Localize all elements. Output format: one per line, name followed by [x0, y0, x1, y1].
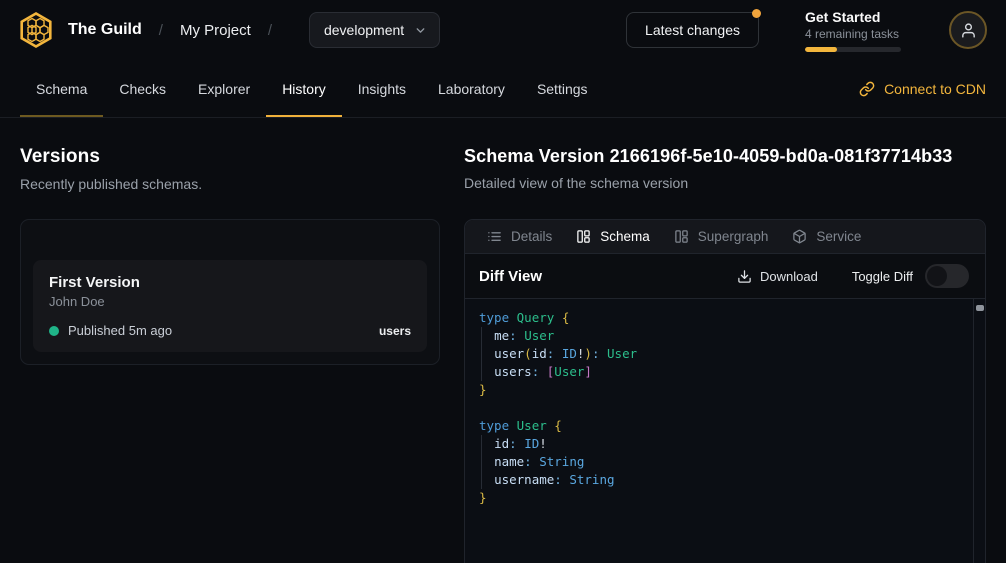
toggle-diff-label: Toggle Diff: [852, 269, 913, 284]
tab-details[interactable]: Details: [475, 220, 564, 253]
nav-tab-explorer[interactable]: Explorer: [182, 60, 266, 117]
code-line: users: [User]: [479, 363, 985, 381]
get-started-progress-fill: [805, 47, 837, 52]
tab-schema[interactable]: Schema: [564, 220, 662, 253]
nav-tab-label: Settings: [537, 81, 588, 97]
versions-subtitle: Recently published schemas.: [20, 176, 440, 192]
versions-list-card: First Version John Doe Published 5m ago …: [20, 219, 440, 365]
user-avatar[interactable]: [949, 11, 987, 49]
connect-to-cdn-label: Connect to CDN: [884, 81, 986, 97]
published-status-dot: [49, 326, 59, 336]
detail-tab-strip: Details Schema Supergraph: [465, 220, 985, 254]
indent-guide: [481, 345, 482, 363]
target-selector-dropdown[interactable]: development: [309, 12, 440, 48]
nav-tab-settings[interactable]: Settings: [521, 60, 604, 117]
link-icon: [859, 81, 875, 97]
schema-detail-panel: Details Schema Supergraph: [464, 219, 986, 563]
versions-panel: Versions Recently published schemas. Fir…: [0, 146, 460, 365]
org-breadcrumb[interactable]: The Guild: [68, 21, 142, 39]
project-breadcrumb[interactable]: My Project: [180, 22, 251, 39]
get-started-title: Get Started: [805, 9, 901, 25]
code-scrollbar-thumb[interactable]: [976, 305, 984, 311]
version-list-item[interactable]: First Version John Doe Published 5m ago …: [33, 260, 427, 352]
chevron-down-icon: [414, 24, 427, 37]
tab-supergraph[interactable]: Supergraph: [662, 220, 781, 253]
version-service-badge: users: [379, 324, 411, 338]
target-selector-value: development: [324, 22, 404, 38]
tab-label: Supergraph: [698, 229, 769, 244]
code-line: [479, 399, 985, 417]
box-icon: [792, 229, 807, 244]
nav-tab-label: Insights: [358, 81, 406, 97]
indent-guide: [481, 435, 482, 453]
diff-view-title: Diff View: [479, 268, 542, 285]
graphql-schema-code[interactable]: type Query { me: User user(id: ID!): Use…: [465, 299, 985, 507]
code-line: user(id: ID!): User: [479, 345, 985, 363]
nav-tab-insights[interactable]: Insights: [342, 60, 422, 117]
schema-version-title: Schema Version 2166196f-5e10-4059-bd0a-0…: [464, 146, 986, 167]
tab-label: Schema: [600, 229, 650, 244]
code-line: username: String: [479, 471, 985, 489]
nav-tab-checks[interactable]: Checks: [103, 60, 182, 117]
toggle-knob: [927, 266, 947, 286]
latest-changes-label: Latest changes: [645, 22, 740, 38]
versions-title: Versions: [20, 146, 440, 168]
tab-label: Service: [816, 229, 861, 244]
hive-logo-icon[interactable]: [16, 10, 56, 50]
schema-version-subtitle: Detailed view of the schema version: [464, 175, 986, 191]
main-content: Versions Recently published schemas. Fir…: [0, 118, 1006, 563]
code-line: name: String: [479, 453, 985, 471]
connect-to-cdn-link[interactable]: Connect to CDN: [859, 60, 986, 117]
toggle-diff-switch[interactable]: [925, 264, 969, 288]
main-nav: Schema Checks Explorer History Insights …: [0, 60, 1006, 118]
nav-tab-label: Laboratory: [438, 81, 505, 97]
code-scrollbar[interactable]: [973, 299, 985, 563]
latest-changes-button[interactable]: Latest changes: [626, 12, 759, 48]
get-started-widget[interactable]: Get Started 4 remaining tasks: [805, 9, 901, 52]
columns-icon: [576, 229, 591, 244]
code-line: }: [479, 381, 985, 399]
code-line: id: ID!: [479, 435, 985, 453]
diff-view-header: Diff View Download Toggle Diff: [465, 254, 985, 299]
code-line: me: User: [479, 327, 985, 345]
user-icon: [960, 22, 977, 39]
indent-guide: [481, 363, 482, 381]
nav-tab-label: Schema: [36, 81, 87, 97]
code-line: }: [479, 489, 985, 507]
download-button[interactable]: Download: [737, 269, 818, 284]
notification-dot: [752, 9, 761, 18]
version-status: Published 5m ago: [68, 323, 172, 338]
schema-code-viewer: type Query { me: User user(id: ID!): Use…: [465, 299, 985, 563]
schema-version-detail: Schema Version 2166196f-5e10-4059-bd0a-0…: [460, 146, 1006, 563]
download-icon: [737, 269, 752, 284]
version-meta-row: Published 5m ago users: [49, 323, 411, 338]
nav-tab-label: History: [282, 81, 326, 97]
indent-guide: [481, 471, 482, 489]
breadcrumb-separator: /: [268, 22, 272, 39]
version-author: John Doe: [49, 294, 411, 309]
nav-tab-history[interactable]: History: [266, 60, 342, 117]
nav-tab-laboratory[interactable]: Laboratory: [422, 60, 521, 117]
breadcrumb-separator: /: [159, 22, 163, 39]
nav-tab-label: Checks: [119, 81, 166, 97]
version-name: First Version: [49, 274, 411, 291]
indent-guide: [481, 327, 482, 345]
nav-tab-label: Explorer: [198, 81, 250, 97]
app-header: The Guild / My Project / development Lat…: [0, 0, 1006, 60]
tab-service[interactable]: Service: [780, 220, 873, 253]
nav-tab-schema[interactable]: Schema: [20, 60, 103, 117]
list-icon: [487, 229, 502, 244]
get-started-progress-bar: [805, 47, 901, 52]
code-line: type User {: [479, 417, 985, 435]
download-label: Download: [760, 269, 818, 284]
get-started-subtitle: 4 remaining tasks: [805, 27, 901, 41]
code-line: type Query {: [479, 309, 985, 327]
indent-guide: [481, 453, 482, 471]
columns-icon: [674, 229, 689, 244]
tab-label: Details: [511, 229, 552, 244]
